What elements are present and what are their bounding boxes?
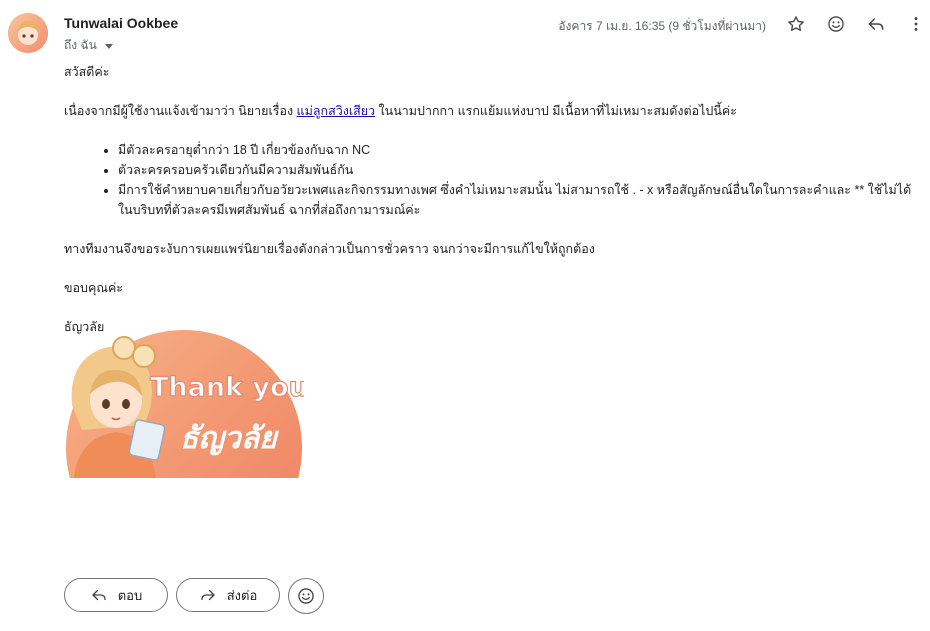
- intro-paragraph: เนื่องจากมีผู้ใช้งานแจ้งเข้ามาว่า นิยายเ…: [64, 101, 924, 121]
- sender-name[interactable]: Tunwalai Ookbee: [64, 15, 178, 31]
- more-vert-icon[interactable]: [904, 12, 928, 36]
- message-body: สวัสดีค่ะ เนื่องจากมีผู้ใช้งานแจ้งเข้ามา…: [64, 62, 924, 356]
- list-item: มีตัวละครอายุต่ำกว่า 18 ปี เกี่ยวข้องกับ…: [118, 140, 924, 160]
- thank-you-sticker: Thank you! ธัญวลัย: [64, 330, 304, 478]
- reply-button-label: ตอบ: [117, 587, 143, 603]
- reply-icon[interactable]: [864, 12, 888, 36]
- intro-text-end: ในนามปากกา แรกแย้มแห่งบาป มีเนื้อหาที่ไม…: [375, 104, 737, 118]
- forward-button[interactable]: ส่งต่อ: [176, 578, 280, 612]
- reply-icon: [92, 589, 106, 601]
- recipient-label: ถึง ฉัน: [64, 38, 97, 52]
- issue-list: มีตัวละครอายุต่ำกว่า 18 ปี เกี่ยวข้องกับ…: [64, 140, 924, 220]
- list-item: มีการใช้คำหยาบคายเกี่ยวกับอวัยวะเพศและกิ…: [118, 180, 924, 220]
- greeting: สวัสดีค่ะ: [64, 65, 110, 79]
- emoji-icon[interactable]: [824, 12, 848, 36]
- emoji-icon: [298, 588, 314, 604]
- story-link[interactable]: แม่ลูกสวิงเสียว: [297, 104, 376, 118]
- intro-text-start: เนื่องจากมีผู้ใช้งานแจ้งเข้ามาว่า นิยายเ…: [64, 104, 297, 118]
- action-paragraph: ทางทีมงานจึงขอระงับการเผยแพร่นิยายเรื่อง…: [64, 242, 595, 256]
- sticker-thank-you-text: Thank you!: [150, 372, 304, 403]
- message-header: Tunwalai Ookbee ถึง ฉัน อังคาร 7 เม.ย. 1…: [0, 0, 930, 60]
- avatar-image: [8, 13, 48, 53]
- thanks-text: ขอบคุณค่ะ: [64, 281, 124, 295]
- emoji-reaction-button[interactable]: [288, 578, 324, 614]
- list-item: ตัวละครครอบครัวเดียวกันมีความสัมพันธ์กัน: [118, 160, 924, 180]
- recipient-details[interactable]: ถึง ฉัน: [64, 36, 113, 55]
- forward-button-label: ส่งต่อ: [226, 587, 258, 603]
- sender-avatar[interactable]: [8, 13, 48, 53]
- chevron-down-icon[interactable]: [104, 44, 113, 49]
- message-date: อังคาร 7 เม.ย. 16:35 (9 ชั่วโมงที่ผ่านมา…: [558, 19, 766, 33]
- forward-icon: [201, 589, 215, 601]
- reply-button[interactable]: ตอบ: [64, 578, 168, 612]
- star-icon[interactable]: [784, 12, 808, 36]
- sticker-brand-text: ธัญวลัย: [180, 421, 279, 456]
